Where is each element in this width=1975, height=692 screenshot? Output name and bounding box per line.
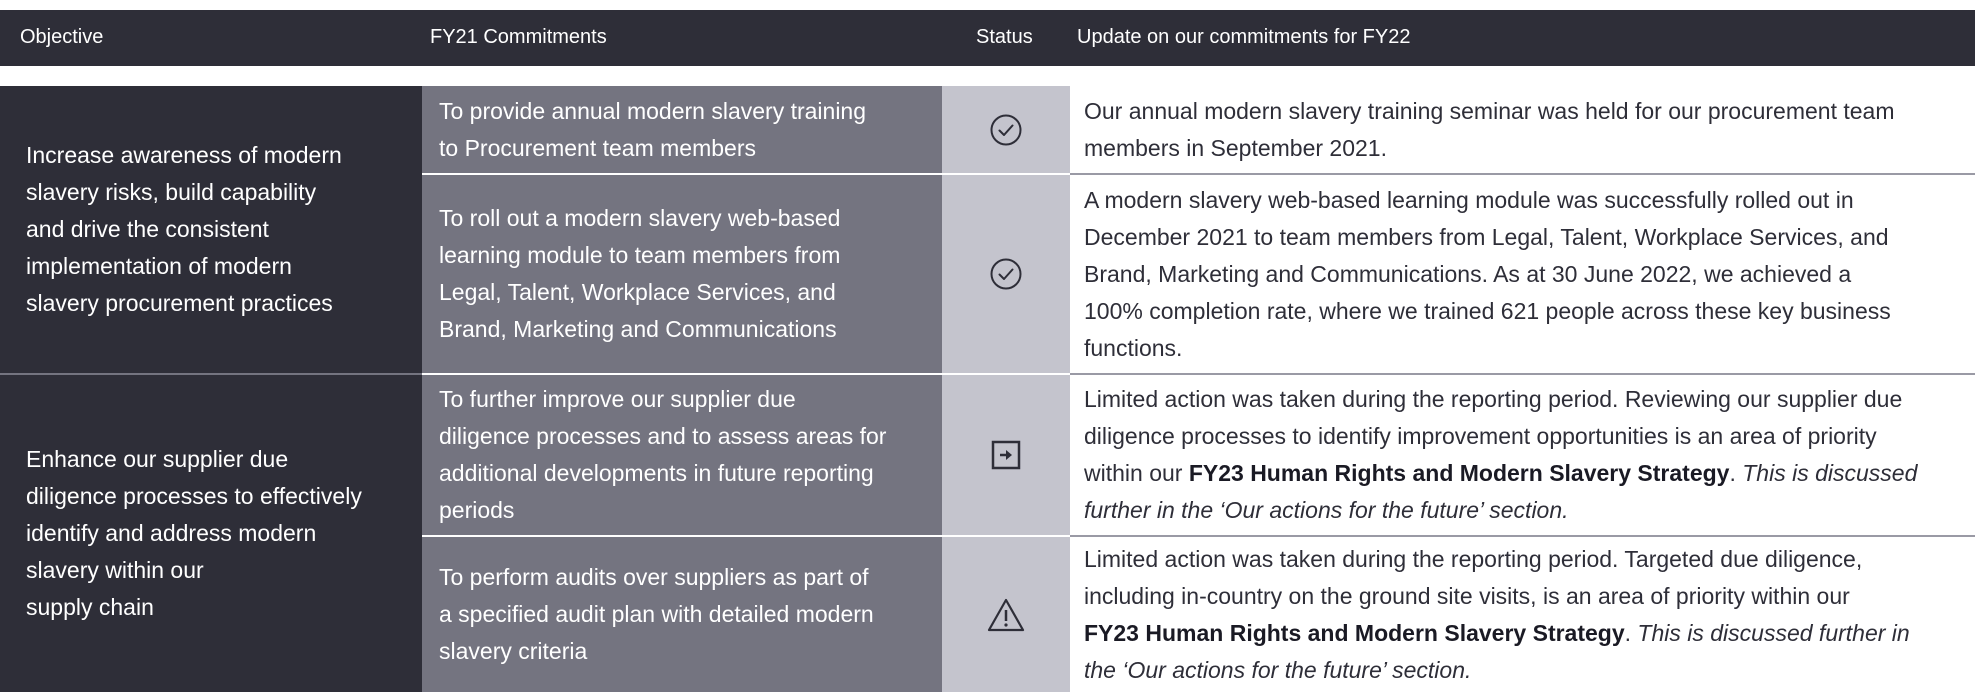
check-circle-icon: [990, 258, 1022, 290]
commitment-text: To further improve our supplier due dili…: [439, 386, 887, 523]
update-cell: Limited action was taken during the repo…: [1070, 373, 1975, 535]
objective-cell: Enhance our supplier due diligence proce…: [0, 373, 422, 692]
header-commitments: FY21 Commitments: [430, 26, 607, 48]
objective-text: Increase awareness of modern slavery ris…: [26, 142, 342, 316]
status-cell: [942, 173, 1070, 373]
warning-triangle-icon: [987, 598, 1025, 631]
update-cell: A modern slavery web-based learning modu…: [1070, 173, 1975, 373]
header-update: Update on our commitments for FY22: [1077, 26, 1411, 48]
status-cell: [942, 86, 1070, 173]
objective-text: Enhance our supplier due diligence proce…: [26, 446, 362, 620]
update-cell: Our annual modern slavery training semin…: [1070, 86, 1975, 173]
check-circle-icon: [990, 114, 1022, 145]
commitment-cell: To roll out a modern slavery web-based l…: [422, 173, 942, 373]
status-cell: [942, 373, 1070, 535]
header-objective: Objective: [20, 26, 104, 48]
header-status: Status: [976, 26, 1033, 48]
update-text: Limited action was taken during the repo…: [1084, 545, 1910, 683]
commitment-cell: To provide annual modern slavery trainin…: [422, 86, 942, 173]
update-text: Limited action was taken during the repo…: [1084, 386, 1918, 523]
table-header: Objective FY21 Commitments Status Update…: [0, 10, 1975, 66]
commitment-text: To roll out a modern slavery web-based l…: [439, 205, 841, 342]
status-cell: [942, 535, 1070, 692]
commitment-text: To provide annual modern slavery trainin…: [439, 97, 867, 161]
commitment-cell: To further improve our supplier due dili…: [422, 373, 942, 535]
arrow-box-icon: [991, 440, 1021, 470]
commitment-cell: To perform audits over suppliers as part…: [422, 535, 942, 692]
objective-cell: Increase awareness of modern slavery ris…: [0, 86, 422, 373]
update-cell: Limited action was taken during the repo…: [1070, 535, 1975, 692]
update-text: A modern slavery web-based learning modu…: [1084, 186, 1891, 361]
update-text: Our annual modern slavery training semin…: [1084, 97, 1895, 161]
commitment-text: To perform audits over suppliers as part…: [439, 564, 874, 664]
